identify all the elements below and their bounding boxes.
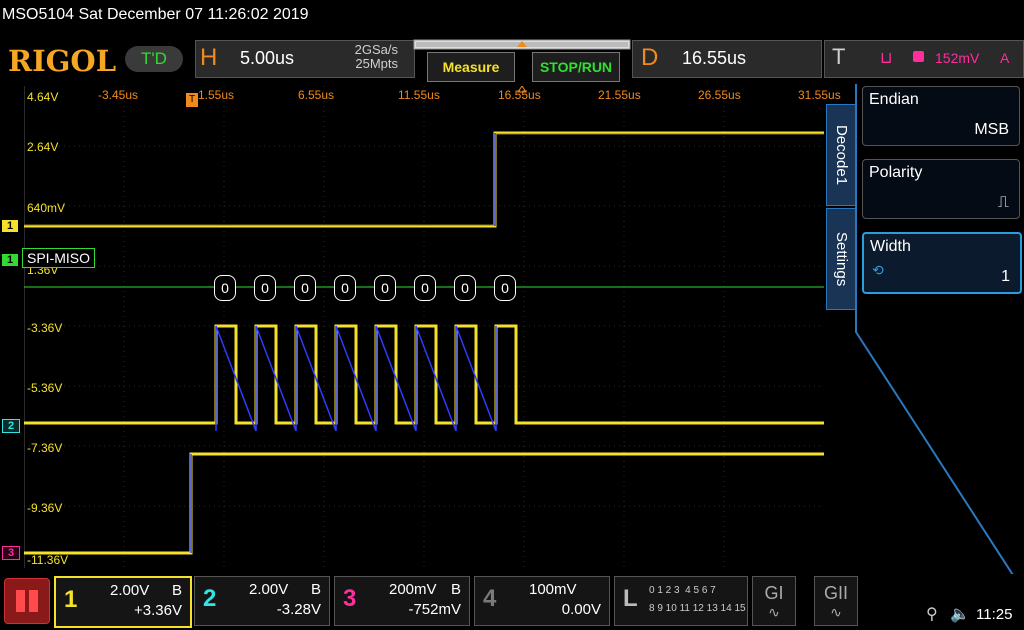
ch2-number: 2 <box>203 585 217 612</box>
trigger-box[interactable] <box>824 40 1024 78</box>
bus-marker[interactable]: 1 <box>2 254 18 266</box>
time-label: 11.55us <box>398 88 440 102</box>
trigger-label: T <box>832 44 846 69</box>
endian-title: Endian <box>869 91 919 108</box>
decoded-byte: 0 <box>374 275 396 301</box>
decoded-byte: 0 <box>414 275 436 301</box>
ch2-marker[interactable]: 2 <box>2 419 20 433</box>
ch3-settings-box[interactable]: 3 200mV B -752mV <box>334 576 470 626</box>
home-menu-icon[interactable] <box>4 578 50 624</box>
ch4-number: 4 <box>483 585 497 612</box>
ch3-number: 3 <box>343 585 357 612</box>
polarity-value: ⎍ <box>997 194 1009 211</box>
ch4-offset: 0.00V <box>561 601 601 618</box>
time-label: 6.55us <box>298 88 335 102</box>
trigger-position-icon: T <box>186 93 198 107</box>
decoded-byte: 0 <box>334 275 356 301</box>
trigger-status-badge: T'D <box>125 46 183 72</box>
decoded-byte: 0 <box>494 275 516 301</box>
width-menu-item[interactable]: Width ⟲ 1 <box>862 232 1022 294</box>
delay-label: D <box>641 44 659 71</box>
wave-icon: ∿ <box>830 604 842 620</box>
sample-rate: 2GSa/s <box>354 42 398 57</box>
ch1-offset: +3.36V <box>134 602 182 619</box>
volt-label: -5.36V <box>27 381 63 395</box>
ch4-settings-box[interactable]: 4 100mV 0.00V <box>474 576 610 626</box>
delay-value: 16.55us <box>682 48 747 68</box>
time-label: 16.55us <box>498 88 541 102</box>
ch1-scale: 2.00V <box>110 582 150 599</box>
trigger-source: A <box>1000 50 1010 66</box>
sample-info: 2GSa/s 25Mpts <box>330 43 398 71</box>
decoder-g1-button[interactable]: GI ∿ <box>752 576 796 626</box>
decode-label: SPI-MISO <box>22 248 96 268</box>
polarity-title: Polarity <box>869 164 923 181</box>
ch2-offset: -3.28V <box>276 601 321 618</box>
stop-run-button[interactable]: STOP/RUN <box>532 52 620 82</box>
decoded-byte: 0 <box>454 275 476 301</box>
polarity-menu-item[interactable]: Polarity ⎍ <box>862 159 1020 219</box>
ch3-scale: 200mV <box>389 581 437 598</box>
time-label: 26.55us <box>698 88 741 102</box>
time-label: -3.45us <box>98 88 139 102</box>
knob-icon: ⟲ <box>872 262 884 278</box>
ch2-coupling: B <box>310 581 321 598</box>
rigol-logo: RIGOL <box>8 44 117 78</box>
timebase-value: 5.00us <box>240 48 295 68</box>
logic-channels-box[interactable]: L 0 1 2 3 4 5 6 7 8 9 10 11 12 13 14 15 <box>614 576 748 626</box>
decoded-byte: 0 <box>294 275 316 301</box>
width-value: 1 <box>1001 268 1010 285</box>
logic-label: L <box>623 585 638 612</box>
pulse-trigger-icon: ⊔ <box>880 50 893 67</box>
decoded-byte: 0 <box>214 275 236 301</box>
time-label: 21.55us <box>598 88 641 102</box>
ch4-scale: 100mV <box>529 581 577 598</box>
ch3-coupling: B <box>450 581 461 598</box>
ch1-coupling: B <box>171 582 182 599</box>
decoder-g1-label: GI <box>764 583 784 603</box>
ch2-scale: 2.00V <box>249 581 289 598</box>
waveform-display[interactable] <box>24 86 824 568</box>
width-title: Width <box>870 238 911 255</box>
sound-muted-icon[interactable]: 🔈 <box>950 604 970 624</box>
ch1-number: 1 <box>64 586 78 613</box>
memory-depth: 25Mpts <box>355 56 398 71</box>
volt-label: -9.36V <box>27 501 63 515</box>
decoder-g2-button[interactable]: GII ∿ <box>814 576 858 626</box>
endian-menu-item[interactable]: Endian MSB <box>862 86 1020 146</box>
volt-label: 4.64V <box>27 90 59 104</box>
volt-label: 2.64V <box>27 140 59 154</box>
usb-icon: ⚲ <box>926 606 938 623</box>
title-bar: MSO5104 Sat December 07 11:26:02 2019 <box>0 0 1024 36</box>
logic-row2: 8 9 10 11 12 13 14 15 <box>649 603 746 614</box>
logic-row1: 0 1 2 3 4 5 6 7 <box>649 585 716 596</box>
decoded-byte: 0 <box>254 275 276 301</box>
time-label: 1.55us <box>198 88 235 102</box>
ch2-settings-box[interactable]: 2 2.00V B -3.28V <box>194 576 330 626</box>
trigger-level: 152mV <box>935 50 980 66</box>
ch3-offset: -752mV <box>408 601 461 618</box>
horizontal-label: H <box>200 44 218 71</box>
ch1-marker[interactable]: 1 <box>2 220 18 232</box>
measure-button[interactable]: Measure <box>427 52 515 82</box>
volt-label: -7.36V <box>27 441 63 455</box>
endian-value: MSB <box>974 121 1009 138</box>
volt-label: -11.36V <box>27 553 69 567</box>
title-text: MSO5104 Sat December 07 11:26:02 2019 <box>2 6 309 23</box>
ch1-settings-box[interactable]: 1 2.00V B +3.36V <box>54 576 192 628</box>
decoder-g2-label: GII <box>823 583 848 603</box>
volt-label: -3.36V <box>27 321 63 335</box>
clock: 11:25 <box>976 606 1013 623</box>
trigger-channel-icon <box>913 51 924 62</box>
volt-label: 640mV <box>27 201 66 215</box>
ch3-marker[interactable]: 3 <box>2 546 20 560</box>
wave-icon: ∿ <box>768 604 780 620</box>
